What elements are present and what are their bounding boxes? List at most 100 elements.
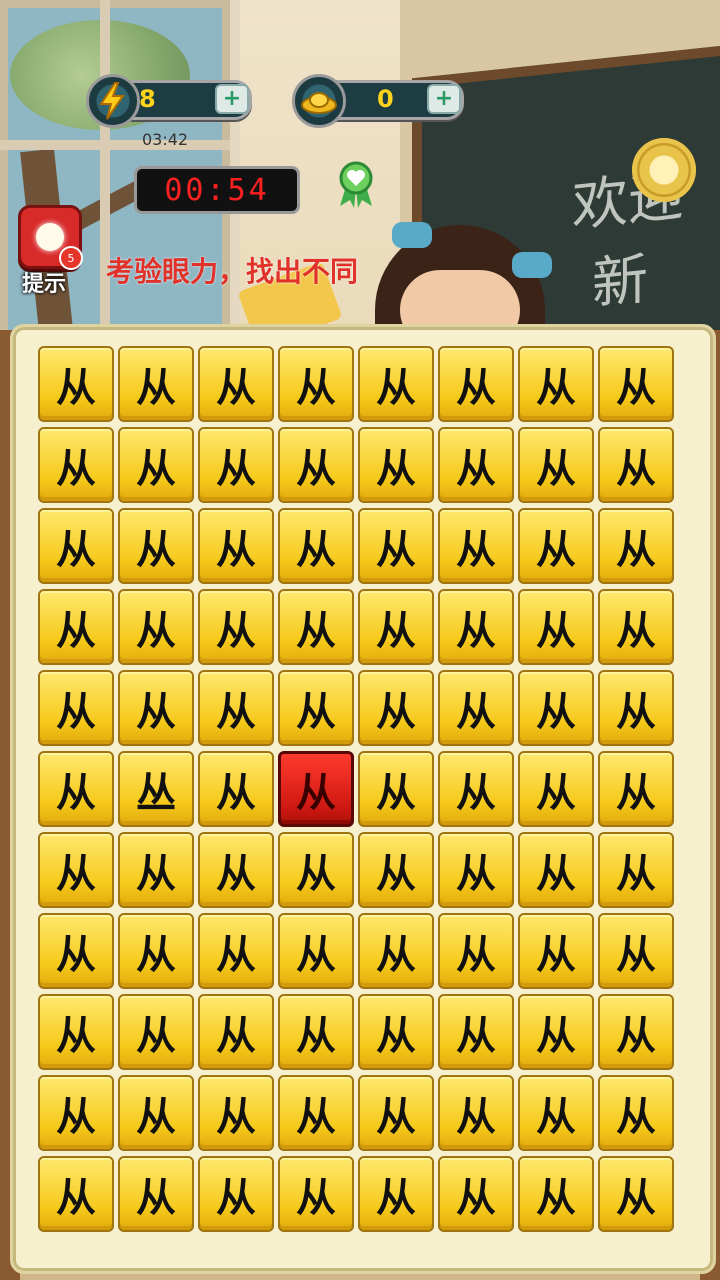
grid-tile[interactable]: 从 (518, 508, 594, 584)
window-frame (100, 0, 110, 350)
grid-tile[interactable]: 从 (198, 1156, 274, 1232)
grid-tile[interactable]: 从 (598, 346, 674, 422)
grid-tile[interactable]: 从 (118, 589, 194, 665)
grid-tile[interactable]: 从 (38, 427, 114, 503)
grid-tile[interactable]: 从 (438, 1156, 514, 1232)
ribbon-badge-icon[interactable] (336, 160, 376, 210)
grid-tile[interactable]: 从 (438, 670, 514, 746)
grid-tile[interactable]: 从 (518, 913, 594, 989)
gold-value: 0 (377, 85, 394, 113)
grid-tile[interactable]: 从 (358, 346, 434, 422)
grid-tile[interactable]: 从 (118, 994, 194, 1070)
grid-tile[interactable]: 从 (598, 1156, 674, 1232)
grid-tile[interactable]: 从 (278, 1156, 354, 1232)
grid-tile[interactable]: 从 (598, 832, 674, 908)
grid-tile[interactable]: 从 (598, 1075, 674, 1151)
grid-tile[interactable]: 从 (358, 832, 434, 908)
grid-tile[interactable]: 从 (598, 508, 674, 584)
grid-tile[interactable]: 从 (38, 1156, 114, 1232)
grid-tile[interactable]: 从 (38, 1075, 114, 1151)
grid-tile[interactable]: 从 (598, 427, 674, 503)
grid-tile[interactable]: 从 (598, 670, 674, 746)
add-energy-button[interactable]: + (215, 84, 249, 114)
grid-tile[interactable]: 从 (598, 751, 674, 827)
grid-tile[interactable]: 从 (438, 508, 514, 584)
grid-tile[interactable]: 从 (198, 913, 274, 989)
settings-gear-icon[interactable] (632, 138, 696, 202)
grid-tile[interactable]: 从 (358, 670, 434, 746)
grid-tile[interactable]: 从 (118, 508, 194, 584)
lightning-icon (86, 74, 140, 128)
grid-tile[interactable]: 从 (518, 1156, 594, 1232)
grid-tile[interactable]: 从 (358, 1156, 434, 1232)
grid-tile[interactable]: 从 (278, 589, 354, 665)
grid-tile[interactable]: 从 (38, 346, 114, 422)
grid-tile[interactable]: 从 (118, 346, 194, 422)
grid-tile[interactable]: 从 (358, 1075, 434, 1151)
grid-tile[interactable]: 从 (38, 589, 114, 665)
grid-tile[interactable]: 从 (198, 589, 274, 665)
grid-tile[interactable]: 从 (518, 1075, 594, 1151)
grid-tile[interactable]: 从 (438, 994, 514, 1070)
grid-tile[interactable]: 从 (518, 994, 594, 1070)
window-frame (0, 140, 230, 150)
grid-tile[interactable]: 从 (198, 670, 274, 746)
grid-tile[interactable]: 丛 (118, 751, 194, 827)
grid-tile[interactable]: 从 (278, 913, 354, 989)
grid-tile[interactable]: 从 (38, 832, 114, 908)
grid-tile[interactable]: 从 (438, 913, 514, 989)
grid-tile[interactable]: 从 (118, 913, 194, 989)
grid-tile[interactable]: 从 (278, 832, 354, 908)
grid-tile[interactable]: 从 (278, 994, 354, 1070)
grid-tile[interactable]: 从 (118, 1156, 194, 1232)
grid-tile[interactable]: 从 (38, 994, 114, 1070)
grid-tile[interactable]: 从 (278, 427, 354, 503)
grid-tile[interactable]: 从 (518, 751, 594, 827)
grid-tile[interactable]: 从 (198, 1075, 274, 1151)
grid-tile[interactable]: 从 (118, 1075, 194, 1151)
grid-tile[interactable]: 从 (38, 508, 114, 584)
grid-tile[interactable]: 从 (518, 427, 594, 503)
hair-bow (392, 222, 432, 248)
grid-tile[interactable]: 从 (438, 589, 514, 665)
grid-tile[interactable]: 从 (358, 913, 434, 989)
grid-tile[interactable]: 从 (38, 913, 114, 989)
grid-tile[interactable]: 从 (438, 346, 514, 422)
grid-tile[interactable]: 从 (598, 994, 674, 1070)
tile-grid: 从从从从从从从从从从从从从从从从从从从从从从从从从从从从从从从从从从从从从从从从… (38, 346, 682, 1242)
grid-tile[interactable]: 从 (438, 832, 514, 908)
grid-tile[interactable]: 从 (118, 670, 194, 746)
add-gold-button[interactable]: + (427, 84, 461, 114)
grid-tile[interactable]: 从 (438, 427, 514, 503)
grid-tile[interactable]: 从 (278, 1075, 354, 1151)
gold-ingot-icon (292, 74, 346, 128)
grid-tile[interactable]: 从 (358, 994, 434, 1070)
grid-tile[interactable]: 从 (278, 508, 354, 584)
grid-tile[interactable]: 从 (598, 589, 674, 665)
grid-tile[interactable]: 从 (38, 751, 114, 827)
selected-grid-tile[interactable]: 从 (278, 751, 354, 827)
grid-tile[interactable]: 从 (198, 427, 274, 503)
grid-tile[interactable]: 从 (198, 751, 274, 827)
grid-tile[interactable]: 从 (278, 346, 354, 422)
grid-tile[interactable]: 从 (358, 508, 434, 584)
grid-tile[interactable]: 从 (198, 832, 274, 908)
grid-tile[interactable]: 从 (518, 670, 594, 746)
grid-tile[interactable]: 从 (518, 832, 594, 908)
grid-tile[interactable]: 从 (358, 589, 434, 665)
grid-tile[interactable]: 从 (198, 346, 274, 422)
grid-tile[interactable]: 从 (598, 913, 674, 989)
grid-tile[interactable]: 从 (38, 670, 114, 746)
grid-tile[interactable]: 从 (518, 346, 594, 422)
grid-tile[interactable]: 从 (118, 427, 194, 503)
grid-tile[interactable]: 从 (358, 427, 434, 503)
grid-tile[interactable]: 从 (358, 751, 434, 827)
grid-tile[interactable]: 从 (518, 589, 594, 665)
grid-tile[interactable]: 从 (198, 994, 274, 1070)
grid-tile[interactable]: 从 (198, 508, 274, 584)
grid-tile[interactable]: 从 (278, 670, 354, 746)
grid-tile[interactable]: 从 (438, 1075, 514, 1151)
hint-button[interactable]: 5 (18, 205, 83, 270)
grid-tile[interactable]: 从 (118, 832, 194, 908)
grid-tile[interactable]: 从 (438, 751, 514, 827)
